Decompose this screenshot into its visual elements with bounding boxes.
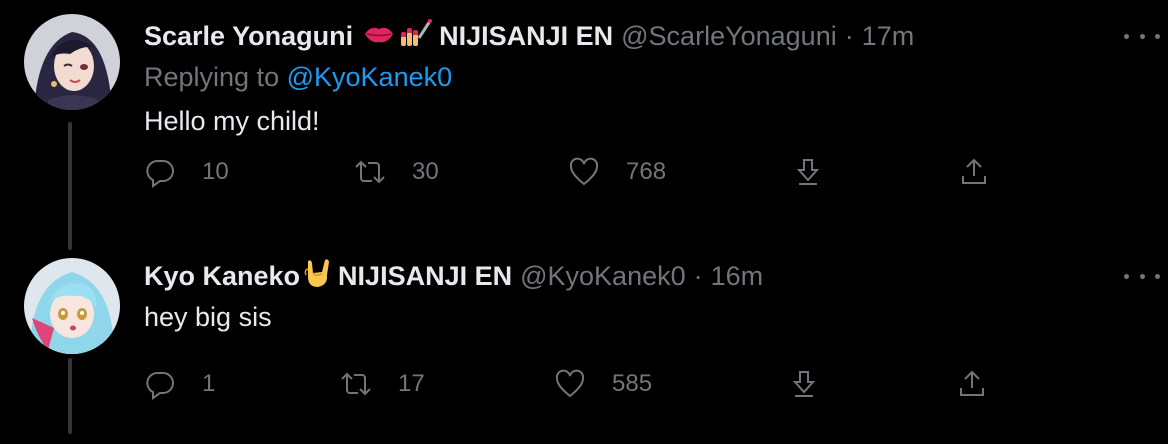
retweet-count: 17 [398,370,425,397]
retweet-button[interactable]: 17 [340,364,425,404]
retweet-count: 30 [412,158,439,185]
more-icon[interactable] [1124,30,1160,42]
bookmark-button[interactable] [788,364,820,404]
reply-count: 10 [202,158,229,185]
tweet-text: hey big sis [144,302,272,332]
share-icon [960,370,984,396]
reply-count: 1 [202,370,216,397]
lips-emoji [363,21,395,52]
avatar[interactable] [24,258,120,354]
replying-to-label: Replying to [144,62,280,92]
bookmark-button[interactable] [792,152,824,192]
bookmark-icon [796,159,820,185]
display-name[interactable]: Kyo Kaneko [144,261,300,292]
like-icon [569,157,599,186]
retweet-icon [355,160,385,184]
more-icon[interactable] [1124,270,1160,282]
separator-dot: · [693,260,703,291]
replying-to-link[interactable]: @KyoKanek0 [287,62,453,92]
display-name-suffix[interactable]: NIJISANJI EN [439,21,613,52]
tweet-content: Kyo Kaneko NIJISANJI EN @KyoKanek0 · 16m… [144,258,1128,338]
share-button[interactable] [958,152,990,192]
tweet-header: Scarle Yonaguni NIJISANJI EN @ScarleYona… [144,18,1128,54]
retweet-button[interactable]: 30 [354,152,439,192]
tweet-header: Kyo Kaneko NIJISANJI EN @KyoKanek0 · 16m [144,258,1128,294]
reply-icon [146,372,174,400]
like-icon [555,369,585,398]
timestamp[interactable]: 16m [711,261,764,292]
reply-button[interactable]: 1 [144,364,215,404]
user-handle[interactable]: @ScarleYonaguni [621,21,837,52]
tweet-actions: 10 30 768 [144,152,1014,192]
tweet-actions: 1 17 585 [144,364,1014,404]
share-button[interactable] [956,364,988,404]
tweet-content: Scarle Yonaguni NIJISANJI EN @ScarleYona… [144,18,1128,142]
display-name[interactable]: Scarle Yonaguni [144,21,353,52]
tweet: Kyo Kaneko NIJISANJI EN @KyoKanek0 · 16m… [0,252,1168,444]
separator-dot: · [844,20,854,51]
rock-on-hand-emoji [302,257,336,296]
retweet-icon [341,372,371,396]
avatar[interactable] [24,14,120,110]
like-count: 585 [612,370,653,397]
share-icon [962,158,986,184]
replying-to: Replying to @KyoKanek0 [144,62,1128,98]
display-name-suffix[interactable]: NIJISANJI EN [338,261,512,292]
tweet: Scarle Yonaguni NIJISANJI EN @ScarleYona… [0,0,1168,252]
like-button[interactable]: 768 [568,152,666,192]
thread-line [68,358,72,434]
thread-line [68,122,72,250]
nail-polish-emoji [399,18,433,55]
reply-icon [146,160,174,188]
user-handle[interactable]: @KyoKanek0 [520,261,686,292]
reply-button[interactable]: 10 [144,152,229,192]
like-button[interactable]: 585 [554,364,652,404]
timestamp[interactable]: 17m [862,21,915,52]
tweet-text: Hello my child! [144,106,320,136]
bookmark-icon [792,371,816,397]
like-count: 768 [626,158,667,185]
